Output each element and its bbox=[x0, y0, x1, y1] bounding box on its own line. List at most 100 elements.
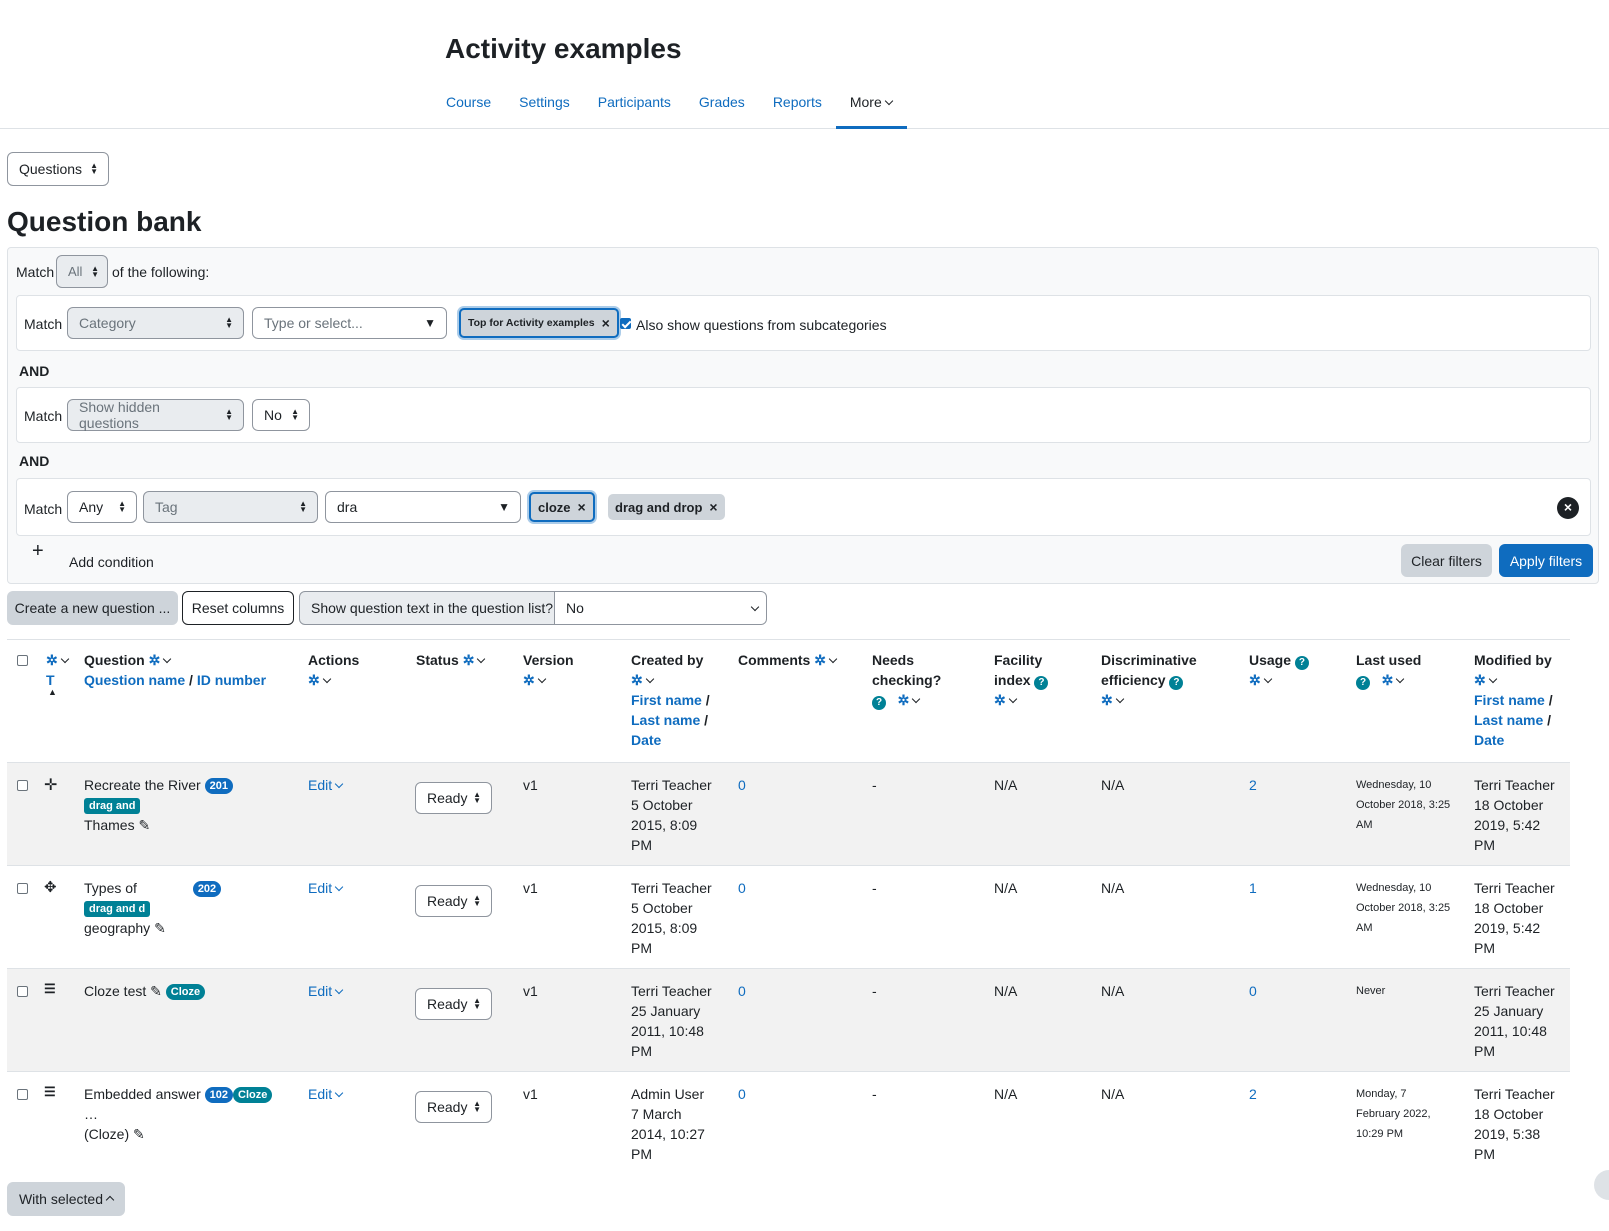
type-sort-link[interactable]: T bbox=[46, 672, 55, 688]
hidden-value-select[interactable]: No ▲ ▼ bbox=[252, 399, 310, 431]
nav-course[interactable]: Course bbox=[432, 84, 505, 129]
usage-link[interactable]: 2 bbox=[1249, 1084, 1257, 1104]
chevron-down-icon bbox=[1488, 674, 1497, 684]
sort-modified-last-name[interactable]: Last name bbox=[1474, 712, 1543, 728]
gear-icon[interactable]: ✲ bbox=[46, 650, 58, 670]
status-select[interactable]: Ready ▲ ▼ bbox=[415, 1091, 492, 1123]
hidden-field-select[interactable]: Show hidden questions ▲ ▼ bbox=[67, 399, 244, 431]
select-all-checkbox[interactable] bbox=[17, 655, 28, 666]
row-checkbox[interactable] bbox=[17, 780, 28, 791]
help-icon[interactable]: ? bbox=[1356, 676, 1370, 690]
comments-link[interactable]: 0 bbox=[738, 878, 746, 898]
match-mode-select[interactable]: All ▲ ▼ bbox=[56, 255, 108, 288]
gear-icon[interactable]: ✲ bbox=[308, 670, 320, 690]
sort-created-first-name[interactable]: First name bbox=[631, 692, 702, 708]
edit-menu-button[interactable]: Edit bbox=[308, 981, 344, 1001]
actions-header-label: Actions bbox=[308, 652, 360, 668]
tag-mode-select[interactable]: Any ▲ ▼ bbox=[67, 491, 137, 523]
row-checkbox[interactable] bbox=[17, 986, 28, 997]
apply-filters-button[interactable]: Apply filters bbox=[1499, 544, 1593, 577]
close-icon[interactable]: × bbox=[709, 499, 717, 515]
category-autocomplete-input[interactable]: Type or select... ▼ bbox=[252, 307, 447, 339]
show-text-select[interactable]: No bbox=[554, 591, 767, 625]
sort-created-date[interactable]: Date bbox=[631, 732, 661, 748]
last-used-cell: Never bbox=[1356, 981, 1385, 1001]
clear-filters-button[interactable]: Clear filters bbox=[1401, 544, 1492, 577]
add-condition-button[interactable]: Add condition bbox=[69, 554, 154, 570]
close-icon[interactable]: × bbox=[602, 315, 610, 331]
facility-cell: N/A bbox=[994, 880, 1018, 896]
tag-chip-cloze[interactable]: cloze × bbox=[529, 492, 595, 522]
sort-id-number[interactable]: ID number bbox=[197, 672, 266, 688]
created-line4: PM bbox=[631, 837, 652, 853]
gear-icon[interactable]: ✲ bbox=[1249, 670, 1261, 690]
sort-modified-date[interactable]: Date bbox=[1474, 732, 1504, 748]
comments-link[interactable]: 0 bbox=[738, 1084, 746, 1104]
modified-line3: 2019, 5:42 bbox=[1474, 920, 1541, 936]
usage-header-label: Usage bbox=[1249, 652, 1292, 668]
gear-icon[interactable]: ✲ bbox=[994, 690, 1006, 710]
pencil-icon[interactable]: ✎ bbox=[138, 817, 150, 833]
sort-question-name[interactable]: Question name bbox=[84, 672, 185, 688]
tag-chip-drag-drop[interactable]: drag and drop × bbox=[608, 494, 725, 520]
help-icon[interactable]: ? bbox=[1169, 676, 1184, 690]
nav-settings[interactable]: Settings bbox=[505, 84, 584, 129]
category-field-select[interactable]: Category ▲ ▼ bbox=[67, 307, 244, 339]
reset-columns-button[interactable]: Reset columns bbox=[182, 591, 294, 625]
modified-by-cell: Terri Teacher 18 October 2019, 5:42 PM bbox=[1474, 878, 1555, 958]
pencil-icon[interactable]: ✎ bbox=[133, 1126, 145, 1142]
pencil-icon[interactable]: ✎ bbox=[154, 920, 166, 936]
close-icon[interactable]: × bbox=[578, 499, 586, 515]
gear-icon[interactable]: ✲ bbox=[523, 670, 535, 690]
help-icon[interactable]: ? bbox=[1294, 656, 1309, 670]
create-question-button[interactable]: Create a new question ... bbox=[7, 591, 178, 625]
footer-help-button[interactable] bbox=[1594, 1170, 1609, 1200]
plus-icon[interactable]: + bbox=[32, 540, 44, 563]
category-chip[interactable]: Top for Activity examples × bbox=[459, 308, 619, 338]
gear-icon[interactable]: ✲ bbox=[631, 670, 643, 690]
created-line4: PM bbox=[631, 1146, 652, 1162]
status-select[interactable]: Ready ▲ ▼ bbox=[415, 885, 492, 917]
last-used-cell: Wednesday, 10 October 2018, 3:25 AM bbox=[1356, 775, 1450, 835]
pencil-icon[interactable]: ✎ bbox=[150, 983, 162, 999]
usage-link[interactable]: 0 bbox=[1249, 981, 1257, 1001]
match-label: Match bbox=[24, 408, 63, 424]
type-column-header[interactable]: ✲ T ▲ bbox=[46, 650, 69, 712]
drag-markers-icon: ✥ bbox=[44, 879, 57, 896]
gear-icon[interactable]: ✲ bbox=[463, 650, 475, 670]
edit-menu-button[interactable]: Edit bbox=[308, 878, 344, 898]
row-checkbox[interactable] bbox=[17, 883, 28, 894]
help-icon[interactable]: ? bbox=[1034, 676, 1049, 690]
gear-icon[interactable]: ✲ bbox=[1101, 690, 1113, 710]
nav-reports[interactable]: Reports bbox=[759, 84, 836, 129]
edit-menu-button[interactable]: Edit bbox=[308, 775, 344, 795]
gear-icon[interactable]: ✲ bbox=[814, 650, 826, 670]
usage-link[interactable]: 1 bbox=[1249, 878, 1257, 898]
comments-link[interactable]: 0 bbox=[738, 981, 746, 1001]
tag-field-select[interactable]: Tag ▲ ▼ bbox=[143, 491, 318, 523]
page-select[interactable]: Questions ▲ ▼ bbox=[7, 152, 109, 186]
status-select[interactable]: Ready ▲ ▼ bbox=[415, 782, 492, 814]
sort-modified-first-name[interactable]: First name bbox=[1474, 692, 1545, 708]
usage-link[interactable]: 2 bbox=[1249, 775, 1257, 795]
gear-icon[interactable]: ✲ bbox=[149, 650, 161, 670]
sort-created-last-name[interactable]: Last name bbox=[631, 712, 700, 728]
match-label: Match bbox=[24, 501, 63, 517]
gear-icon[interactable]: ✲ bbox=[898, 690, 910, 710]
edit-menu-button[interactable]: Edit bbox=[308, 1084, 344, 1104]
status-select[interactable]: Ready ▲ ▼ bbox=[415, 988, 492, 1020]
subcategories-checkbox[interactable] bbox=[620, 318, 631, 329]
help-icon[interactable]: ? bbox=[872, 696, 886, 710]
needs-checking-column-header: Needs checking?? ✲ bbox=[872, 650, 941, 710]
updown-icon: ▲ ▼ bbox=[90, 161, 98, 176]
remove-condition-icon[interactable]: × bbox=[1557, 497, 1579, 519]
row-checkbox[interactable] bbox=[17, 1089, 28, 1100]
comments-link[interactable]: 0 bbox=[738, 775, 746, 795]
with-selected-button[interactable]: With selected bbox=[7, 1182, 125, 1216]
tag-autocomplete-input[interactable]: dra ▼ bbox=[325, 491, 521, 523]
nav-more[interactable]: More bbox=[835, 84, 907, 129]
nav-grades[interactable]: Grades bbox=[685, 84, 759, 129]
nav-participants[interactable]: Participants bbox=[584, 84, 685, 129]
gear-icon[interactable]: ✲ bbox=[1474, 670, 1486, 690]
gear-icon[interactable]: ✲ bbox=[1382, 670, 1394, 690]
